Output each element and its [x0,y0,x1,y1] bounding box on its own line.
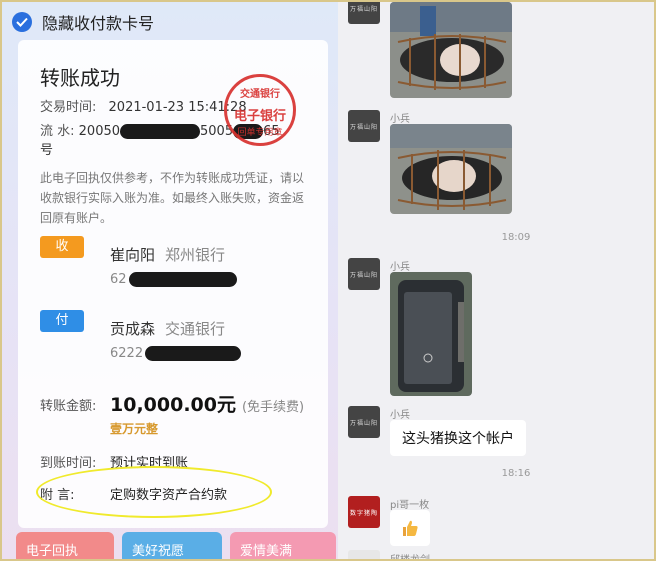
good-wishes-button[interactable]: 美好祝愿 [122,532,222,559]
hide-card-number-toggle[interactable]: 隐藏收付款卡号 [12,10,154,34]
pig-photo-2[interactable] [390,124,512,214]
payee-name-row: 崔向阳 郑州银行 [110,244,225,265]
timestamp: 18:09 [501,232,531,243]
arrival-time-label: 到账时间: [40,456,97,471]
payee-account-prefix: 62 [110,272,127,287]
avatar[interactable]: 数字猪陶 [348,496,380,528]
transfer-amount: 10,000.00元 [110,394,236,416]
chat-screen: 万福山阳 万福山阳 小兵 18:09 万福山阳 小兵 万福山阳 小兵 这头猪换这… [338,2,654,559]
redaction-mark [120,124,201,139]
serial-number-wrap: 号 [40,143,54,158]
hide-card-number-label: 隐藏收付款卡号 [42,14,155,33]
transaction-time-label: 交易时间: [40,100,97,115]
stamp-mid-text: 电子银行 [233,109,286,124]
highlight-circle [36,466,272,518]
payee-bank: 郑州银行 [165,246,226,264]
check-circle-icon [12,12,32,32]
sender-name: 小兵 [390,262,410,273]
sender-name: 小兵 [390,410,410,421]
amount-row: 10,000.00元 (免手续费) [110,390,304,417]
e-receipt-button[interactable]: 电子回执 [16,532,114,559]
fee-note: (免手续费) [241,400,305,415]
payer-name-row: 贡成森 交通银行 [110,318,225,339]
amount-label: 转账金额: [40,399,97,414]
payer-bank: 交通银行 [165,320,226,338]
redaction-mark [145,346,242,361]
sender-name: pi哥一枚 [390,500,430,511]
love-button[interactable]: 爱情美满 [230,532,336,559]
avatar[interactable]: 万福山阳 [348,406,380,438]
receipt-notice: 此电子回执仅供参考，不作为转账成功凭证，请以收款银行实际入账为准。如最终入账失败… [40,171,305,225]
avatar[interactable] [348,550,380,559]
receipt-title: 转账成功 [40,66,120,90]
phone-photo[interactable] [390,272,472,396]
sender-name: 小兵 [390,114,410,125]
serial-number-prefix: 20050 [78,124,121,139]
redaction-mark [128,272,237,287]
payee-name: 崔向阳 [110,246,156,264]
payer-account: 6222 [110,346,242,361]
message-bubble[interactable]: 这头猪换这个帐户 [390,420,526,456]
transfer-receipt-screen: 隐藏收付款卡号 转账成功 交易时间: 2021-01-23 15:41:28 流… [2,2,338,559]
avatar[interactable]: 万福山阳 [348,110,380,142]
transaction-time: 交易时间: 2021-01-23 15:41:28 [40,96,247,115]
serial-number-label: 流 水: [40,124,75,139]
avatar[interactable]: 万福山阳 [348,258,380,290]
payee-account: 62 [110,272,237,287]
avatar[interactable]: 万福山阳 [348,2,380,24]
receipt-card: 转账成功 交易时间: 2021-01-23 15:41:28 流 水: 2005… [18,40,328,528]
thumbs-up-emoji[interactable] [390,510,430,546]
bank-seal-stamp: 交通银行 电子银行 回单专用章 [224,74,296,146]
thumbs-up-icon [403,520,418,536]
timestamp: 18:16 [501,468,531,479]
payer-name: 贡成森 [110,320,156,338]
sender-name: 邱楼龙剑 [390,551,430,559]
payer-account-prefix: 6222 [110,346,144,361]
pig-photo-1[interactable] [390,2,512,98]
bottom-card-row: 电子回执 美好祝愿 爱情美满 [16,532,336,559]
amount-in-words: 壹万元整 [110,422,159,436]
payee-badge: 收 [40,236,84,258]
payer-badge: 付 [40,310,84,332]
stamp-bottom-text: 回单专用章 [237,128,283,138]
stamp-top-text: 交通银行 [240,89,280,100]
